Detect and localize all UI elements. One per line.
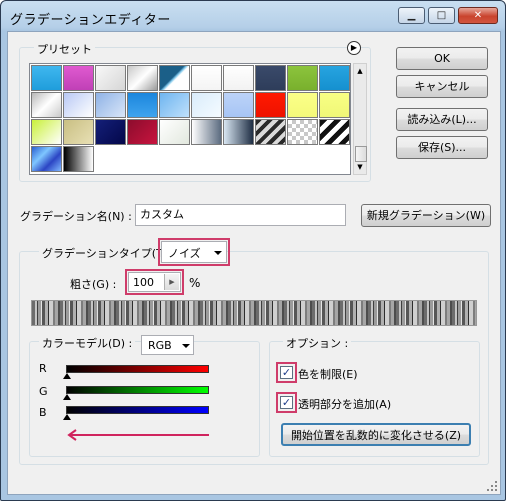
minimize-icon: ▁ [407,10,416,21]
color-model-value: RGB [148,339,172,352]
preset-swatch[interactable] [63,65,94,91]
channel-b-label: B [39,406,47,419]
channel-b-slider[interactable] [66,406,209,414]
save-button[interactable]: 保存(S)... [396,136,488,159]
minimize-button[interactable]: ▁ [398,7,425,24]
preset-swatch[interactable] [159,65,190,91]
preset-swatch[interactable] [191,65,222,91]
preset-swatch[interactable] [255,92,286,118]
presets-menu-button[interactable]: ▶ [347,41,361,55]
restrict-colors-label[interactable]: 色を制限(E) [298,366,358,382]
maximize-icon: □ [436,10,447,21]
preset-swatch[interactable] [287,92,318,118]
gradient-preview-bar[interactable] [31,300,477,326]
preset-swatch[interactable] [191,119,222,145]
add-transparency-highlight [276,392,297,413]
preset-swatch[interactable] [31,92,62,118]
preset-swatch[interactable] [63,146,94,172]
left-arrow-icon [67,429,209,441]
preset-swatch[interactable] [31,119,62,145]
channel-g-min-thumb[interactable] [63,394,71,400]
resize-grip-icon[interactable] [486,480,498,492]
preset-swatch[interactable] [63,92,94,118]
channel-r-label: R [39,362,47,375]
preset-swatch[interactable] [287,119,318,145]
preset-swatch[interactable] [159,119,190,145]
preset-swatch[interactable] [223,119,254,145]
menu-arrow-icon: ▶ [350,43,358,52]
chevron-down-icon [182,344,190,348]
channel-g-slider[interactable] [66,386,209,394]
roughness-unit: % [189,276,201,290]
type-highlight [158,238,230,266]
dialog-body: プリセット ▶ ▲ ▼ OK キャンセル 読み込み(L)... 保存(S)...… [7,31,501,495]
gradient-editor-window: グラデーションエディター ▁ □ ✕ プリセット ▶ ▲ ▼ OK キャンセル … [0,0,506,501]
maximize-button[interactable]: □ [428,7,455,24]
channel-r-slider[interactable] [66,365,209,373]
preset-swatch[interactable] [223,92,254,118]
scroll-up-icon[interactable]: ▲ [355,65,365,77]
preset-swatch[interactable] [127,119,158,145]
preset-swatch[interactable] [95,119,126,145]
gradient-name-input[interactable]: カスタム [135,204,346,226]
preset-swatch[interactable] [319,65,350,91]
close-button[interactable]: ✕ [458,7,498,24]
color-model-dropdown[interactable]: RGB [141,335,194,355]
preset-swatch[interactable] [31,65,62,91]
randomize-button[interactable]: 開始位置を乱数的に変化させる(Z) [281,423,471,446]
preset-swatch[interactable] [95,92,126,118]
channel-b-min-thumb[interactable] [63,414,71,420]
color-model-label: カラーモデル(D) : [39,335,136,351]
cancel-button[interactable]: キャンセル [396,75,488,98]
preset-swatch[interactable] [223,65,254,91]
preset-swatch[interactable] [63,119,94,145]
close-icon: ✕ [473,10,483,21]
preset-swatch[interactable] [287,65,318,91]
presets-label: プリセット [34,41,95,57]
preset-swatch[interactable] [191,92,222,118]
preset-swatch[interactable] [95,65,126,91]
options-label: オプション : [283,335,352,351]
window-title: グラデーションエディター [10,13,171,28]
add-transparency-label[interactable]: 透明部分を追加(A) [298,396,391,412]
roughness-label: 粗さ(G) : [70,278,117,291]
gradient-name-label: グラデーション名(N) : [20,210,132,223]
scroll-thumb[interactable] [355,146,367,162]
preset-swatch[interactable] [255,119,286,145]
roughness-highlight [125,269,184,295]
preset-scrollbar[interactable]: ▲ ▼ [353,63,367,175]
preset-swatch[interactable] [127,65,158,91]
new-gradient-button[interactable]: 新規グラデーション(W) [361,204,491,227]
ok-button[interactable]: OK [396,47,488,70]
preset-swatch[interactable] [159,92,190,118]
scroll-down-icon[interactable]: ▼ [355,161,365,173]
channel-r-min-thumb[interactable] [63,373,71,379]
title-bar[interactable]: グラデーションエディター ▁ □ ✕ [1,1,505,31]
preset-swatch[interactable] [127,92,158,118]
preset-swatch[interactable] [319,92,350,118]
preset-grid [29,63,351,175]
channel-g-label: G [39,385,48,398]
gradient-type-label: グラデーションタイプ(T) : [39,245,178,261]
preset-swatch[interactable] [255,65,286,91]
restrict-colors-highlight [276,362,297,383]
preset-swatch[interactable] [319,119,350,145]
load-button[interactable]: 読み込み(L)... [396,108,488,131]
preset-swatch[interactable] [31,146,62,172]
